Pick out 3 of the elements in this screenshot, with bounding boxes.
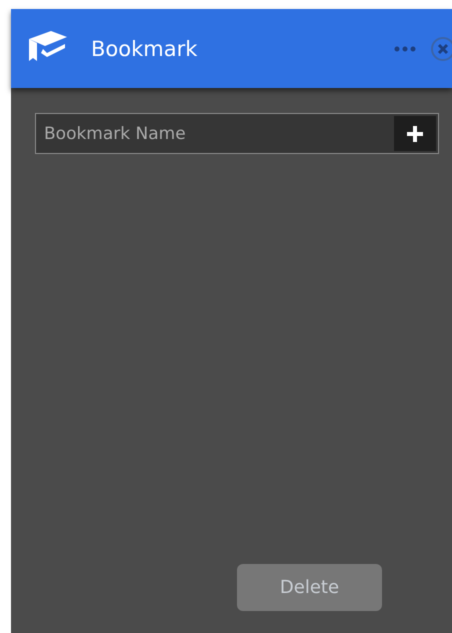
window-title: Bookmark <box>91 36 198 60</box>
more-icon[interactable] <box>394 46 416 52</box>
close-icon[interactable] <box>430 36 452 62</box>
